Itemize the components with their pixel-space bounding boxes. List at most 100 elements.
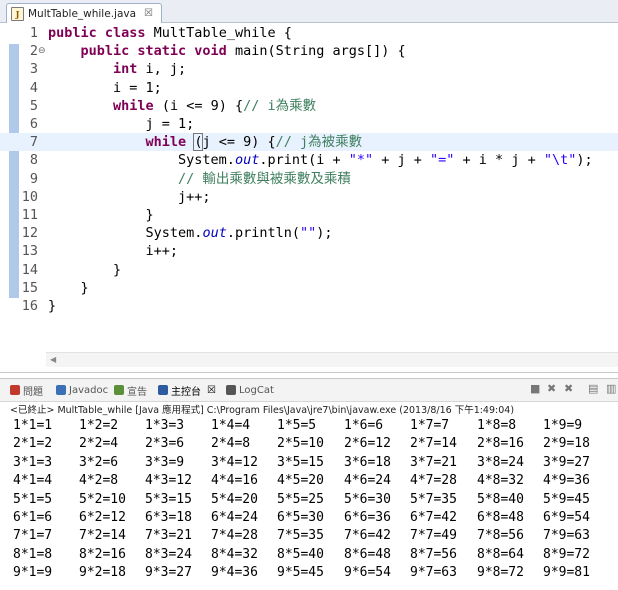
remove-all-launches-icon[interactable]: ✖: [564, 382, 573, 395]
line-number: 14: [21, 261, 38, 278]
code-text: j = 1;: [48, 115, 195, 133]
output-cell: 9*9=81: [543, 565, 590, 581]
code-token: out: [202, 225, 227, 242]
code-line[interactable]: 7 while (j <= 9) {// j為被乘數: [0, 133, 618, 152]
console-tab[interactable]: 問題: [10, 382, 43, 398]
code-line[interactable]: 8 System.out.print(i + "*" + j + "=" + i…: [0, 151, 618, 169]
output-row: 4*1=4 4*2=8 4*3=12 4*4=16 4*5=20 4*6=24 4*7=28…: [0, 472, 618, 491]
code-line[interactable]: 3 int i, j;: [0, 60, 618, 78]
code-token: }: [48, 207, 154, 223]
output-cell: 9*4=36: [211, 565, 258, 581]
string-literal: "": [299, 225, 317, 242]
code-line[interactable]: 2 ⊖ public static void main(String args[]…: [0, 42, 618, 60]
console-tab[interactable]: Javadoc: [56, 382, 108, 398]
code-text: System.out.println("");: [48, 224, 333, 242]
output-cell: 3*1=3: [13, 454, 53, 470]
output-cell: 5*9=45: [543, 491, 590, 507]
code-token: + j +: [373, 152, 431, 169]
output-cell: 9*1=9: [13, 565, 53, 581]
line-number: 9: [29, 170, 38, 187]
code-token: );: [576, 152, 593, 169]
output-row: 8*1=8 8*2=16 8*3=24 8*4=32 8*5=40 8*6=48 8*7=5…: [0, 546, 618, 565]
output-cell: 6*6=36: [344, 510, 391, 525]
code-line[interactable]: 14 }: [0, 261, 618, 279]
output-cell: 3*5=15: [277, 454, 324, 470]
keyword: public class: [48, 25, 154, 41]
close-icon[interactable]: ☒: [144, 8, 153, 19]
code-token: j = 1;: [48, 116, 195, 132]
output-cell: 5*3=15: [145, 491, 192, 507]
output-cell: 8*7=56: [410, 546, 457, 562]
code-area[interactable]: 1 public class MultTable_while {2 ⊖ public…: [0, 24, 618, 354]
output-cell: 6*1=6: [13, 510, 53, 525]
code-token: MultTable_while {: [153, 25, 292, 41]
output-row: 9*1=9 9*2=18 9*3=27 9*4=36 9*5=45 9*6=54 9*7=6…: [0, 564, 618, 583]
code-line[interactable]: 4 i = 1;: [0, 79, 618, 97]
code-line[interactable]: 1 public class MultTable_while {: [0, 24, 618, 42]
output-row: 1*1=1 1*2=2 1*3=3 1*4=4 1*5=5 1*6=6 1*7=7 1*8=8…: [0, 417, 618, 436]
code-text: }: [48, 261, 121, 279]
output-cell: 2*6=12: [344, 436, 391, 452]
output-cell: 4*9=36: [543, 473, 590, 489]
line-number: 12: [21, 225, 38, 242]
code-line[interactable]: 12 System.out.println("");: [0, 224, 618, 242]
output-cell: 5*2=10: [79, 491, 126, 507]
output-cell: 2*9=18: [543, 436, 590, 452]
code-line[interactable]: 5 while (i <= 9) {// i為乘數: [0, 97, 618, 115]
line-number: 2: [29, 43, 38, 60]
output-cell: 1*6=6: [344, 418, 384, 433]
string-literal: "\t": [543, 152, 577, 169]
scroll-lock-icon[interactable]: ▥: [606, 382, 616, 395]
output-cell: 4*2=8: [79, 473, 119, 489]
code-line[interactable]: 11 }: [0, 206, 618, 224]
code-token: System.: [48, 152, 235, 169]
output-row: 6*1=6 6*2=12 6*3=18 6*4=24 6*5=30 6*6=36 6*7=4…: [0, 509, 618, 528]
code-line[interactable]: 15 }: [0, 279, 618, 297]
code-line[interactable]: 13 i++;: [0, 242, 618, 260]
horizontal-scrollbar[interactable]: ◀: [46, 352, 618, 367]
output-cell: 9*2=18: [79, 565, 126, 581]
output-cell: 2*7=14: [410, 436, 457, 452]
fold-toggle-icon[interactable]: ⊖: [38, 42, 46, 60]
output-cell: 6*7=42: [410, 510, 457, 525]
code-line[interactable]: 9 // 輸出乘數與被乘數及乘積: [0, 170, 618, 188]
code-editor[interactable]: J MultTable_while.java ☒ 1 public class M…: [0, 0, 618, 373]
code-line[interactable]: 16}: [0, 297, 618, 315]
keyword: while: [113, 97, 162, 114]
code-token: i = 1;: [48, 79, 162, 96]
code-text: public static void main(String args[]) {: [48, 42, 406, 60]
output-cell: 8*8=64: [477, 546, 524, 562]
console-tab[interactable]: 主控台 ☒: [158, 382, 216, 398]
output-cell: 8*9=72: [543, 546, 590, 562]
output-cell: 5*7=35: [410, 491, 457, 507]
terminate-icon[interactable]: ■: [530, 382, 540, 395]
output-cell: 1*9=9: [543, 418, 583, 433]
line-number: 5: [29, 97, 38, 114]
code-line[interactable]: 10 j++;: [0, 188, 618, 206]
scroll-left-icon[interactable]: ◀: [50, 355, 56, 364]
console-tab[interactable]: LogCat: [226, 382, 274, 398]
code-token: out: [234, 152, 260, 169]
clear-console-icon[interactable]: ▤: [588, 382, 598, 395]
output-cell: 9*5=45: [277, 565, 324, 581]
code-comment: // 輸出乘數與被乘數及乘積: [178, 170, 351, 187]
editor-tab[interactable]: J MultTable_while.java ☒: [6, 3, 162, 23]
code-text: }: [48, 297, 56, 315]
console-tab[interactable]: 宣告: [114, 382, 147, 398]
output-cell: 3*6=18: [344, 454, 391, 470]
output-cell: 6*8=48: [477, 510, 524, 525]
code-token: i, j;: [145, 61, 187, 78]
javadoc-icon: [56, 385, 66, 395]
close-icon[interactable]: ☒: [207, 385, 216, 396]
output-cell: 5*1=5: [13, 491, 53, 507]
output-row: 2*1=2 2*2=4 2*3=6 2*4=8 2*5=10 2*6=12 2*7=14 2*…: [0, 435, 618, 454]
line-number: 6: [29, 116, 38, 132]
code-token: }: [48, 298, 57, 314]
output-row: 3*1=3 3*2=6 3*3=9 3*4=12 3*5=15 3*6=18 3*7=21 3…: [0, 454, 618, 473]
editor-tab-label: MultTable_while.java: [28, 7, 137, 20]
output-cell: 4*3=12: [145, 473, 192, 489]
remove-launch-icon[interactable]: ✖: [547, 382, 556, 395]
code-line[interactable]: 6 j = 1;: [0, 115, 618, 133]
